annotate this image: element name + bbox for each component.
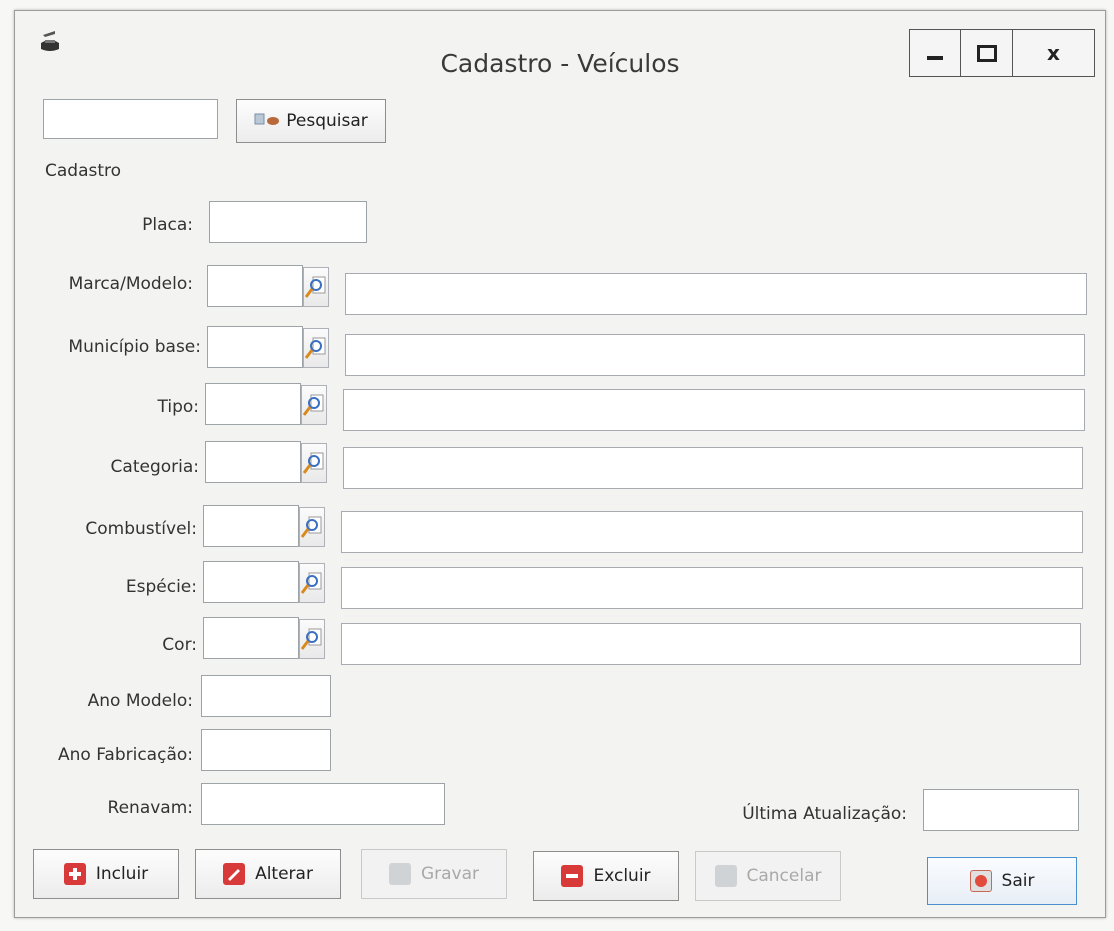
search-button[interactable]: Pesquisar bbox=[236, 99, 386, 143]
placa-label: Placa: bbox=[142, 215, 193, 235]
municipio-base-code-input[interactable] bbox=[207, 326, 303, 368]
cadastro-veiculos-window: Cadastro - Veículos x Pesquisar Cadastro… bbox=[14, 10, 1106, 918]
exit-icon bbox=[969, 870, 992, 892]
combustivel-code-input[interactable] bbox=[203, 505, 299, 547]
ano-fabricacao-label: Ano Fabricação: bbox=[57, 745, 193, 765]
tipo-code-input[interactable] bbox=[205, 383, 301, 425]
lookup-icon bbox=[305, 337, 326, 359]
cancelar-label: Cancelar bbox=[746, 866, 822, 886]
lookup-icon bbox=[301, 628, 322, 650]
alterar-button[interactable]: Alterar bbox=[195, 849, 341, 899]
lookup-icon bbox=[303, 394, 324, 416]
ano-modelo-input[interactable] bbox=[201, 675, 331, 717]
search-icon bbox=[254, 111, 280, 132]
maximize-icon bbox=[976, 44, 997, 62]
combustivel-lookup-button[interactable] bbox=[299, 507, 325, 547]
municipio-base-lookup-button[interactable] bbox=[303, 328, 329, 368]
renavam-input[interactable] bbox=[201, 783, 445, 825]
close-icon: x bbox=[1047, 41, 1060, 65]
lookup-icon bbox=[301, 572, 322, 594]
ano-fabricacao-input[interactable] bbox=[201, 729, 331, 771]
combustivel-label: Combustível: bbox=[85, 519, 197, 539]
ultima-atualizacao-label: Última Atualização: bbox=[742, 804, 907, 824]
search-input[interactable] bbox=[43, 99, 218, 139]
marca-modelo-code-input[interactable] bbox=[207, 265, 303, 307]
cancel-icon bbox=[714, 865, 737, 887]
municipio-base-description-input[interactable] bbox=[345, 334, 1085, 376]
minimize-icon bbox=[927, 56, 943, 60]
especie-description-input[interactable] bbox=[341, 567, 1083, 609]
edit-icon bbox=[223, 863, 246, 885]
minimize-button[interactable] bbox=[909, 29, 961, 77]
maximize-button[interactable] bbox=[961, 29, 1013, 77]
add-icon bbox=[63, 863, 86, 885]
tipo-lookup-button[interactable] bbox=[301, 385, 327, 425]
tipo-description-input[interactable] bbox=[343, 389, 1085, 431]
gravar-button[interactable]: Gravar bbox=[361, 849, 507, 899]
ano-modelo-label: Ano Modelo: bbox=[87, 691, 193, 711]
categoria-code-input[interactable] bbox=[205, 441, 301, 483]
marca-modelo-label: Marca/Modelo: bbox=[68, 274, 193, 294]
cor-description-input[interactable] bbox=[341, 623, 1081, 665]
categoria-label: Categoria: bbox=[110, 457, 199, 477]
cancelar-button[interactable]: Cancelar bbox=[695, 851, 841, 901]
search-button-label: Pesquisar bbox=[286, 111, 368, 131]
especie-lookup-button[interactable] bbox=[299, 563, 325, 603]
cor-label: Cor: bbox=[162, 635, 197, 655]
lookup-icon bbox=[303, 452, 324, 474]
gravar-label: Gravar bbox=[420, 864, 480, 884]
cor-code-input[interactable] bbox=[203, 617, 299, 659]
ultima-atualizacao-input[interactable] bbox=[923, 789, 1079, 831]
placa-input[interactable] bbox=[209, 201, 367, 243]
categoria-lookup-button[interactable] bbox=[301, 443, 327, 483]
sair-button[interactable]: Sair bbox=[927, 857, 1077, 905]
incluir-label: Incluir bbox=[95, 864, 149, 884]
municipio-base-label: Município base: bbox=[68, 337, 201, 357]
especie-label: Espécie: bbox=[125, 577, 197, 597]
window-controls: x bbox=[909, 29, 1095, 77]
section-title: Cadastro bbox=[45, 161, 122, 181]
tipo-label: Tipo: bbox=[157, 397, 199, 417]
delete-icon bbox=[561, 865, 584, 887]
categoria-description-input[interactable] bbox=[343, 447, 1083, 489]
title-bar[interactable]: Cadastro - Veículos x bbox=[15, 11, 1105, 93]
lookup-icon bbox=[305, 276, 326, 298]
incluir-button[interactable]: Incluir bbox=[33, 849, 179, 899]
lookup-icon bbox=[301, 516, 322, 538]
save-icon bbox=[388, 863, 411, 885]
sair-label: Sair bbox=[1001, 871, 1035, 891]
close-button[interactable]: x bbox=[1013, 29, 1095, 77]
alterar-label: Alterar bbox=[255, 864, 313, 884]
cor-lookup-button[interactable] bbox=[299, 619, 325, 659]
excluir-button[interactable]: Excluir bbox=[533, 851, 679, 901]
renavam-label: Renavam: bbox=[107, 798, 193, 818]
excluir-label: Excluir bbox=[593, 866, 651, 886]
combustivel-description-input[interactable] bbox=[341, 511, 1083, 553]
marca-modelo-lookup-button[interactable] bbox=[303, 267, 329, 307]
marca-modelo-description-input[interactable] bbox=[345, 273, 1087, 315]
especie-code-input[interactable] bbox=[203, 561, 299, 603]
